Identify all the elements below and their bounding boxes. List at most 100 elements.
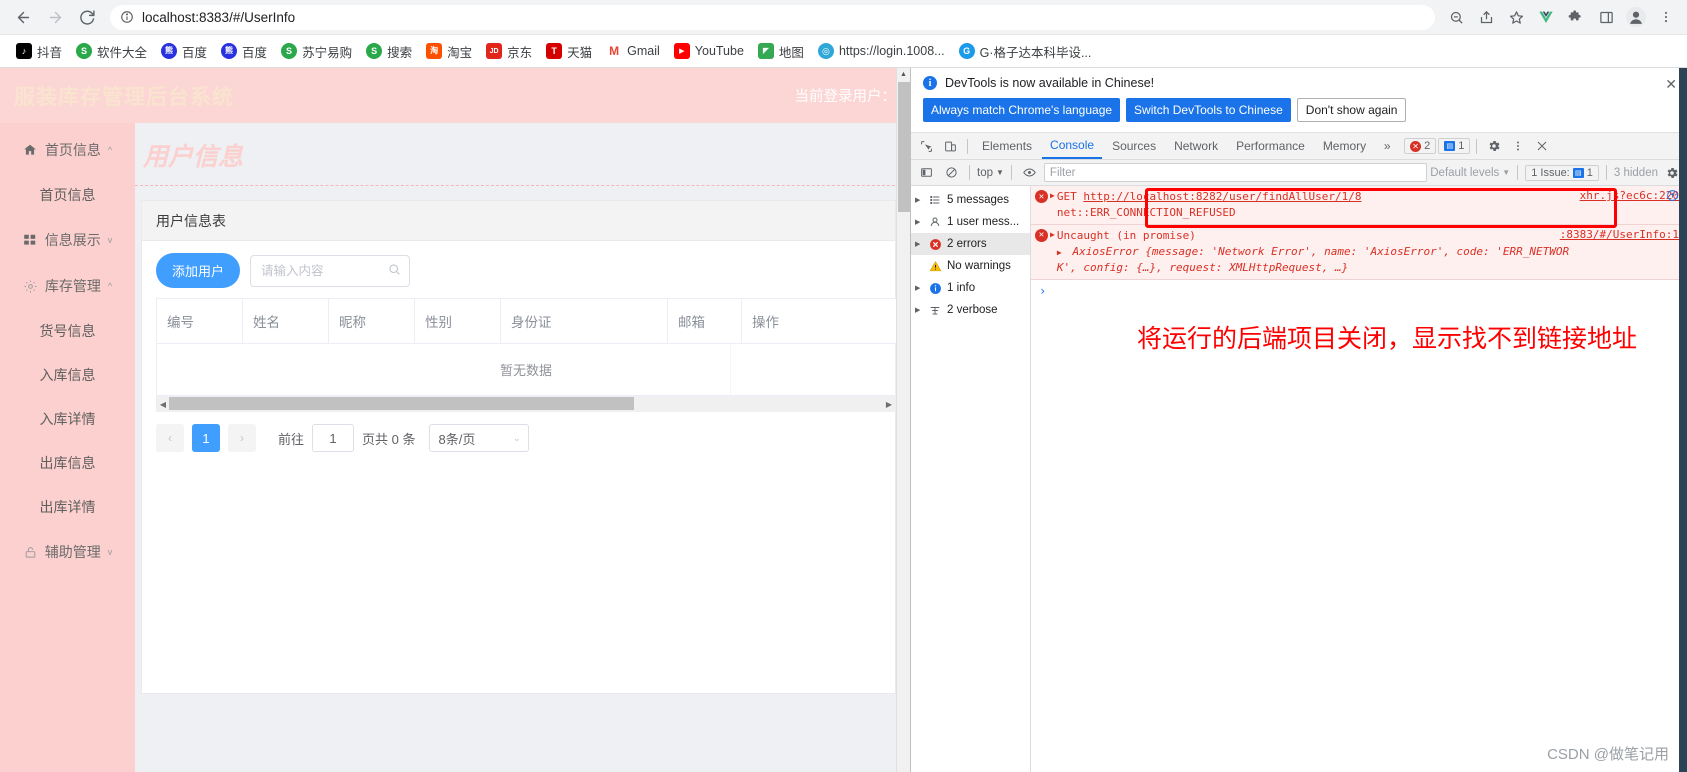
more-tabs-chevron-icon[interactable]: » (1376, 135, 1398, 157)
sidebar-group-display[interactable]: 信息展示 v (0, 217, 135, 263)
bookmark-item[interactable]: M Gmail (600, 40, 666, 62)
column-header-name[interactable]: 姓名 (242, 298, 329, 344)
switch-to-chinese-button[interactable]: Switch DevTools to Chinese (1126, 98, 1291, 122)
scroll-left-arrow-icon[interactable]: ◀ (157, 400, 169, 409)
column-header-action[interactable]: 操作 (741, 298, 897, 344)
pagination-page-size-select[interactable]: 8条/页 ⌄ (429, 424, 530, 452)
tab-network[interactable]: Network (1166, 133, 1226, 159)
bookmark-item[interactable]: S 苏宁易购 (275, 39, 358, 64)
console-sidebar-user-messages[interactable]: ▶ 1 user mess... (911, 211, 1030, 233)
bookmark-item[interactable]: 熊百度 (155, 39, 213, 64)
pagination-next-button[interactable]: › (228, 424, 256, 452)
issues-badge[interactable]: 1 Issue: ▤ 1 (1525, 164, 1599, 181)
inspect-element-icon[interactable] (915, 135, 937, 157)
table-horizontal-scrollbar[interactable]: ◀ ▶ (156, 396, 896, 412)
pagination-goto-input[interactable] (312, 424, 355, 452)
bookmark-item[interactable]: S 软件大全 (70, 39, 153, 64)
sidebar-item-goods[interactable]: 货号信息 (0, 309, 135, 353)
pagination-page-1[interactable]: 1 (192, 424, 220, 452)
console-error-row-2[interactable]: ✕ ▶ Uncaught (in promise) ▶ AxiosError {… (1031, 224, 1687, 280)
column-header-gender[interactable]: 性别 (414, 298, 501, 344)
scrollbar-track[interactable] (169, 396, 883, 412)
expand-triangle-icon[interactable]: ▶ (915, 306, 923, 314)
expand-triangle-icon[interactable]: ▶ (915, 218, 923, 226)
error-source-link-1[interactable]: xhr.js?ec6c:220 (1580, 189, 1679, 202)
sidebar-group-auxiliary[interactable]: 辅助管理 v (0, 529, 135, 575)
clear-console-icon[interactable] (940, 162, 962, 184)
forward-button[interactable] (40, 2, 70, 32)
sidebar-group-home[interactable]: 首页信息 ^ (0, 127, 135, 173)
error-count-badge[interactable]: ✕ 2 (1404, 138, 1437, 154)
sidebar-item-inbound-detail[interactable]: 入库详情 (0, 397, 135, 441)
expand-triangle-icon[interactable]: ▶ (1050, 230, 1055, 239)
device-toolbar-icon[interactable] (939, 135, 961, 157)
column-header-idcard[interactable]: 身份证 (500, 298, 668, 344)
console-error-row-1[interactable]: ✕ ▶ GET http://localhost:8282/user/findA… (1031, 186, 1687, 225)
bookmark-item[interactable]: 淘淘宝 (420, 39, 478, 64)
bookmark-item[interactable]: ♪ 抖音 (10, 39, 68, 64)
chevron-down-icon[interactable]: ▼ (996, 168, 1004, 177)
console-sidebar-messages[interactable]: ▶ 5 messages (911, 189, 1030, 211)
log-levels-label[interactable]: Default levels (1430, 167, 1499, 179)
devtools-kebab-menu-icon[interactable] (1507, 135, 1529, 157)
tab-elements[interactable]: Elements (974, 133, 1040, 159)
live-expression-eye-icon[interactable] (1019, 162, 1041, 184)
sidebar-toggle-icon[interactable] (915, 162, 937, 184)
bookmark-item[interactable]: JD 京东 (480, 39, 538, 64)
expand-triangle-icon[interactable]: ▶ (915, 284, 923, 292)
scrollbar-thumb[interactable] (169, 397, 634, 410)
search-box[interactable] (250, 254, 411, 287)
expand-triangle-icon[interactable]: ▶ (1050, 191, 1055, 200)
scroll-up-arrow-icon[interactable]: ▲ (897, 68, 910, 78)
execution-context-label[interactable]: top (977, 167, 993, 179)
tab-performance[interactable]: Performance (1228, 133, 1313, 159)
pagination-prev-button[interactable]: ‹ (156, 424, 184, 452)
open-in-new-icon[interactable] (1666, 189, 1679, 202)
reload-button[interactable] (72, 2, 102, 32)
bookmark-star-icon[interactable] (1503, 4, 1529, 30)
expand-triangle-icon[interactable]: ▶ (1057, 247, 1066, 259)
column-header-email[interactable]: 邮箱 (667, 298, 742, 344)
expand-triangle-icon[interactable]: ▶ (915, 196, 923, 204)
console-output[interactable]: ✕ ▶ GET http://localhost:8282/user/findA… (1031, 186, 1687, 772)
scroll-right-arrow-icon[interactable]: ▶ (883, 400, 895, 409)
sidebar-item-outbound-detail[interactable]: 出库详情 (0, 485, 135, 529)
chevron-down-icon[interactable]: ▼ (1502, 168, 1510, 177)
dont-show-again-button[interactable]: Don't show again (1296, 98, 1407, 122)
bookmark-item[interactable]: 熊百度 (215, 39, 273, 64)
sidebar-item-inbound[interactable]: 入库信息 (0, 353, 135, 397)
vue-devtools-icon[interactable] (1533, 4, 1559, 30)
console-sidebar-verbose[interactable]: ▶ 2 verbose (911, 299, 1030, 321)
banner-close-icon[interactable]: ✕ (1665, 76, 1677, 93)
console-sidebar-info[interactable]: ▶ 1 info (911, 277, 1030, 299)
magnifier-icon[interactable] (388, 263, 401, 279)
console-prompt[interactable]: › (1031, 280, 1687, 302)
request-url-link[interactable]: http://localhost:8282/user/findAllUser/1… (1083, 190, 1361, 203)
console-sidebar-errors[interactable]: ▶ 2 errors (911, 233, 1030, 255)
bookmark-item[interactable]: ◎ https://login.1008... (812, 40, 951, 62)
message-count-badge[interactable]: ▤ 1 (1438, 138, 1471, 154)
bookmark-item[interactable]: ▶ YouTube (668, 40, 750, 62)
expand-triangle-icon[interactable]: ▶ (915, 240, 923, 248)
devtools-close-icon[interactable] (1531, 135, 1553, 157)
chrome-menu-icon[interactable] (1653, 4, 1679, 30)
devtools-settings-gear-icon[interactable] (1483, 135, 1505, 157)
always-match-language-button[interactable]: Always match Chrome's language (923, 98, 1121, 122)
sidebar-item-outbound[interactable]: 出库信息 (0, 441, 135, 485)
search-input[interactable] (259, 262, 380, 279)
site-info-icon[interactable] (120, 10, 134, 24)
sidebar-item-home-info[interactable]: 首页信息 (0, 173, 135, 217)
share-icon[interactable] (1473, 4, 1499, 30)
error-source-link-2[interactable]: :8383/#/UserInfo:1 (1560, 228, 1679, 241)
add-user-button[interactable]: 添加用户 (156, 253, 241, 288)
address-bar[interactable]: localhost:8383/#/UserInfo (110, 4, 1435, 30)
tab-memory[interactable]: Memory (1315, 133, 1374, 159)
column-header-nick[interactable]: 昵称 (328, 298, 415, 344)
column-header-id[interactable]: 编号 (156, 298, 243, 344)
tab-console[interactable]: Console (1042, 133, 1103, 159)
profile-avatar-icon[interactable] (1623, 4, 1649, 30)
side-panel-icon[interactable] (1593, 4, 1619, 30)
console-sidebar-warnings[interactable]: No warnings (911, 255, 1030, 277)
bookmark-item[interactable]: G G·格子达本科毕设... (953, 39, 1098, 64)
bookmark-item[interactable]: T 天猫 (540, 39, 598, 64)
